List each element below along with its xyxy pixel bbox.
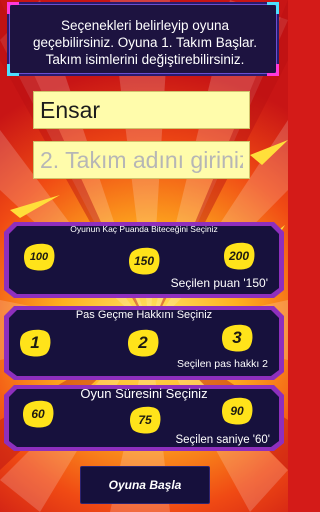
pass-option-label: 1 xyxy=(30,333,40,352)
corner-accent xyxy=(7,64,19,76)
time-option-60[interactable]: 60 xyxy=(21,399,55,429)
time-selection-panel: Oyun Süresini Seçiniz 60 75 90 Seçilen s… xyxy=(0,382,288,454)
instruction-text: Seçenekleri belirleyip oyuna geçebilirsi… xyxy=(28,17,262,68)
selected-time-text: Seçilen saniye '60' xyxy=(175,434,270,446)
corner-accent xyxy=(267,64,279,76)
points-option-label: 200 xyxy=(228,249,250,263)
pass-option-1[interactable]: 1 xyxy=(18,328,52,358)
corner-accent xyxy=(7,2,19,14)
points-option-200[interactable]: 200 xyxy=(222,241,256,271)
points-selection-panel: Oyunun Kaç Puanda Biteceğini Seçiniz 100… xyxy=(0,219,288,301)
instruction-box: Seçenekleri belirleyip oyuna geçebilirsi… xyxy=(7,2,279,76)
team2-name-input[interactable] xyxy=(33,141,250,179)
points-option-150[interactable]: 150 xyxy=(127,246,161,276)
pass-option-label: 2 xyxy=(138,333,148,352)
pass-option-2[interactable]: 2 xyxy=(126,328,160,358)
points-option-100[interactable]: 100 xyxy=(22,242,56,272)
time-option-label: 90 xyxy=(230,404,244,418)
time-option-90[interactable]: 90 xyxy=(220,396,254,426)
start-game-button[interactable]: Oyuna Başla xyxy=(80,466,210,504)
instruction-line: Takım isimlerini değiştirebilirsiniz. xyxy=(45,52,245,67)
pass-option-3[interactable]: 3 xyxy=(220,323,254,353)
points-option-label: 100 xyxy=(29,251,49,263)
points-option-label: 150 xyxy=(133,254,155,268)
instruction-line: Seçenekleri belirleyip oyuna xyxy=(60,18,230,33)
pass-selection-panel: Pas Geçme Hakkını Seçiniz 1 2 3 Seçilen … xyxy=(0,303,288,383)
corner-accent xyxy=(267,2,279,14)
instruction-line: geçebilirsiniz. Oyuna 1. Takım Başlar. xyxy=(32,35,258,50)
time-option-75[interactable]: 75 xyxy=(128,405,162,435)
pass-option-label: 3 xyxy=(232,328,242,347)
selected-points-text: Seçilen puan '150' xyxy=(170,276,268,290)
time-option-label: 60 xyxy=(31,407,45,421)
selected-pass-text: Seçilen pas hakkı 2 xyxy=(176,358,268,370)
team1-name-input[interactable] xyxy=(33,91,250,129)
points-panel-title: Oyunun Kaç Puanda Biteceğini Seçiniz xyxy=(70,224,218,234)
time-option-label: 75 xyxy=(138,413,152,427)
pass-panel-title: Pas Geçme Hakkını Seçiniz xyxy=(75,309,213,321)
